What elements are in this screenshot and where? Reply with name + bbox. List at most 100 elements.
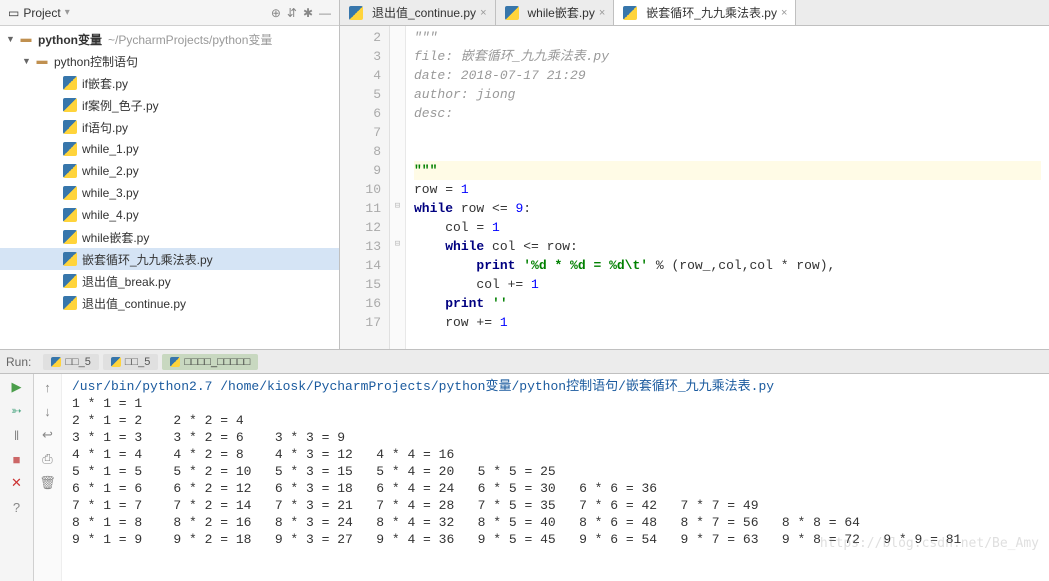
tree-file-label: 退出值_break.py	[82, 273, 171, 290]
editor-area: 退出值_continue.py×while嵌套.py×嵌套循环_九九乘法表.py…	[340, 0, 1049, 349]
editor-tab[interactable]: while嵌套.py ×	[496, 0, 615, 25]
close-icon[interactable]: ×	[599, 7, 605, 19]
watermark: https://blog.csdn.net/Be_Amy	[820, 536, 1039, 551]
tree-file[interactable]: if嵌套.py	[0, 72, 339, 94]
close-icon[interactable]: ×	[480, 7, 486, 19]
tree-file-label: while_4.py	[82, 208, 139, 222]
editor-tab-label: 退出值_continue.py	[372, 4, 476, 21]
editor-body[interactable]: 234567891011121314151617 ⊟ ⊟ """file: 嵌套…	[340, 26, 1049, 349]
play-icon[interactable]: ▶	[8, 378, 26, 396]
tree-file[interactable]: 嵌套循环_九九乘法表.py	[0, 248, 339, 270]
editor-tab-label: 嵌套循环_九九乘法表.py	[646, 4, 777, 21]
python-file-icon	[62, 75, 78, 91]
tree-file[interactable]: 退出值_break.py	[0, 270, 339, 292]
run-tab[interactable]: □□_5	[43, 354, 99, 370]
tree-file[interactable]: if语句.py	[0, 116, 339, 138]
tree-file-label: while_3.py	[82, 186, 139, 200]
tree-file-label: while_2.py	[82, 164, 139, 178]
code-line[interactable]: """	[414, 161, 1041, 180]
run-command-line: /usr/bin/python2.7 /home/kiosk/PycharmPr…	[72, 378, 1039, 395]
code-line[interactable]: while col <= row:	[414, 237, 1041, 256]
tree-root[interactable]: ▼ ▬ python变量 ~/PycharmProjects/python变量	[0, 28, 339, 50]
output-line: 7 * 1 = 7 7 * 2 = 14 7 * 3 = 21 7 * 4 = …	[72, 497, 1039, 514]
run-tab-label: □□□□_□□□□□	[184, 356, 250, 368]
python-file-icon	[62, 163, 78, 179]
python-file-icon	[504, 5, 520, 21]
target-icon[interactable]: ⊕	[271, 6, 281, 20]
close-icon[interactable]: ✕	[8, 474, 26, 492]
code-area[interactable]: """file: 嵌套循环_九九乘法表.pydate: 2018-07-17 2…	[406, 26, 1049, 349]
project-header: ▭ Project ▾ ⊕ ⇵ ✱ —	[0, 0, 339, 26]
python-file-icon	[62, 251, 78, 267]
fold-gutter[interactable]: ⊟ ⊟	[390, 26, 406, 349]
project-title: Project	[23, 6, 60, 20]
project-tree[interactable]: ▼ ▬ python变量 ~/PycharmProjects/python变量 …	[0, 26, 339, 349]
code-line[interactable]: """	[414, 28, 1041, 47]
tree-file[interactable]: while_4.py	[0, 204, 339, 226]
output-line: 5 * 1 = 5 5 * 2 = 10 5 * 3 = 15 5 * 4 = …	[72, 463, 1039, 480]
run-header: Run: □□_5□□_5□□□□_□□□□□	[0, 350, 1049, 374]
python-file-icon	[111, 357, 121, 367]
trash-icon[interactable]: 🗑	[39, 474, 57, 492]
tree-file[interactable]: 退出值_continue.py	[0, 292, 339, 314]
code-line[interactable]: col = 1	[414, 218, 1041, 237]
project-panel: ▭ Project ▾ ⊕ ⇵ ✱ — ▼ ▬ python变量 ~/Pycha…	[0, 0, 340, 349]
code-line[interactable]: print '%d * %d = %d\t' % (row_,col,col *…	[414, 256, 1041, 275]
output-line: 2 * 1 = 2 2 * 2 = 4	[72, 412, 1039, 429]
minimize-icon[interactable]: —	[319, 6, 331, 20]
up-icon[interactable]: ↑	[39, 378, 57, 396]
code-line[interactable]: date: 2018-07-17 21:29	[414, 66, 1041, 85]
code-line[interactable]: row += 1	[414, 313, 1041, 332]
code-line[interactable]	[414, 123, 1041, 142]
tree-file-label: 退出值_continue.py	[82, 295, 186, 312]
tree-folder-label: python控制语句	[54, 53, 138, 70]
output-line: 1 * 1 = 1	[72, 395, 1039, 412]
tree-file-label: 嵌套循环_九九乘法表.py	[82, 251, 213, 268]
expand-arrow-icon[interactable]: ▼	[6, 34, 18, 44]
tree-file[interactable]: while嵌套.py	[0, 226, 339, 248]
tree-file[interactable]: while_2.py	[0, 160, 339, 182]
dropdown-icon[interactable]: ▾	[65, 7, 70, 18]
code-line[interactable]: file: 嵌套循环_九九乘法表.py	[414, 47, 1041, 66]
code-line[interactable]: desc:	[414, 104, 1041, 123]
expand-arrow-icon[interactable]: ▼	[22, 56, 34, 66]
run-tab[interactable]: □□_5	[103, 354, 159, 370]
pause-icon[interactable]: ‖	[8, 426, 26, 444]
python-file-icon	[348, 5, 364, 21]
editor-tab[interactable]: 退出值_continue.py ×	[340, 0, 496, 25]
wrap-icon[interactable]: ↩	[39, 426, 57, 444]
tree-file[interactable]: while_3.py	[0, 182, 339, 204]
tree-file[interactable]: while_1.py	[0, 138, 339, 160]
debug-icon[interactable]: ➳	[8, 402, 26, 420]
run-tab[interactable]: □□□□_□□□□□	[162, 354, 258, 370]
editor-tab[interactable]: 嵌套循环_九九乘法表.py ×	[614, 0, 796, 25]
code-line[interactable]	[414, 142, 1041, 161]
tree-file-label: while嵌套.py	[82, 229, 149, 246]
code-line[interactable]: print ''	[414, 294, 1041, 313]
line-gutter[interactable]: 234567891011121314151617	[340, 26, 390, 349]
code-line[interactable]: row = 1	[414, 180, 1041, 199]
tree-file[interactable]: if案例_色子.py	[0, 94, 339, 116]
code-line[interactable]: col += 1	[414, 275, 1041, 294]
close-icon[interactable]: ×	[781, 7, 787, 19]
help-icon[interactable]: ?	[8, 498, 26, 516]
output-line: 3 * 1 = 3 3 * 2 = 6 3 * 3 = 9	[72, 429, 1039, 446]
folder-icon: ▬	[18, 31, 34, 47]
code-line[interactable]: author: jiong	[414, 85, 1041, 104]
tree-folder[interactable]: ▼ ▬ python控制语句	[0, 50, 339, 72]
gear-icon[interactable]: ✱	[303, 6, 313, 20]
python-file-icon	[62, 295, 78, 311]
python-file-icon	[62, 229, 78, 245]
tree-root-label: python变量	[38, 31, 102, 48]
print-icon[interactable]: ⎙	[39, 450, 57, 468]
editor-tab-label: while嵌套.py	[528, 4, 595, 21]
editor-tabs: 退出值_continue.py×while嵌套.py×嵌套循环_九九乘法表.py…	[340, 0, 1049, 26]
stop-icon[interactable]: ■	[8, 450, 26, 468]
code-line[interactable]: while row <= 9:	[414, 199, 1041, 218]
python-file-icon	[170, 357, 180, 367]
collapse-icon[interactable]: ⇵	[287, 6, 297, 20]
tree-file-label: if嵌套.py	[82, 75, 128, 92]
down-icon[interactable]: ↓	[39, 402, 57, 420]
tree-file-label: if案例_色子.py	[82, 97, 159, 114]
project-icon: ▭	[8, 6, 19, 20]
